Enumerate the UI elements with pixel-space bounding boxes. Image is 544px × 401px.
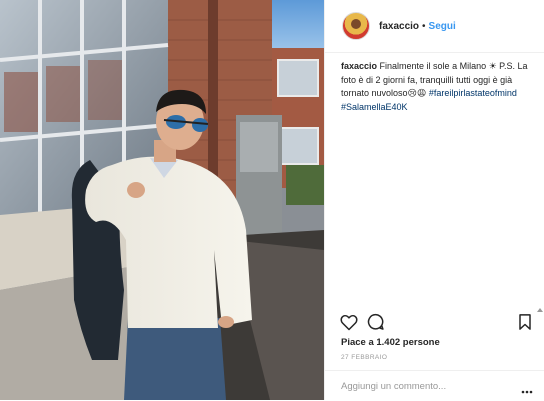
user-avatar[interactable] (342, 12, 370, 40)
comment-input[interactable] (341, 380, 501, 392)
post-photo[interactable] (0, 0, 324, 400)
comment-bubble-icon[interactable] (366, 312, 386, 332)
photo-illustration (0, 0, 324, 400)
likes-count[interactable]: Piace a 1.402 persone (341, 337, 440, 348)
post-caption: faxaccio Finalmente il sole a Milano ☀ P… (341, 60, 537, 114)
hashtag-link[interactable]: #fareilpirlastateofmind (429, 88, 517, 98)
bookmark-icon[interactable] (515, 312, 535, 332)
scroll-up-arrow-icon[interactable] (537, 300, 543, 312)
header-separator: • (422, 20, 426, 32)
comment-bar (325, 370, 544, 401)
post-header: faxaccio • Segui (325, 0, 544, 53)
caption-username[interactable]: faxaccio (341, 61, 377, 71)
heart-icon[interactable] (339, 312, 359, 332)
hashtag-link[interactable]: #SalamellaE40K (341, 102, 408, 112)
post-date[interactable]: 27 febbraio (341, 354, 387, 361)
header-username[interactable]: faxaccio (379, 21, 419, 32)
post-actions (325, 312, 544, 334)
post-side-panel: faxaccio • Segui faxaccio Finalmente il … (324, 0, 544, 400)
more-options-icon[interactable] (521, 382, 533, 394)
follow-button[interactable]: Segui (429, 21, 456, 32)
